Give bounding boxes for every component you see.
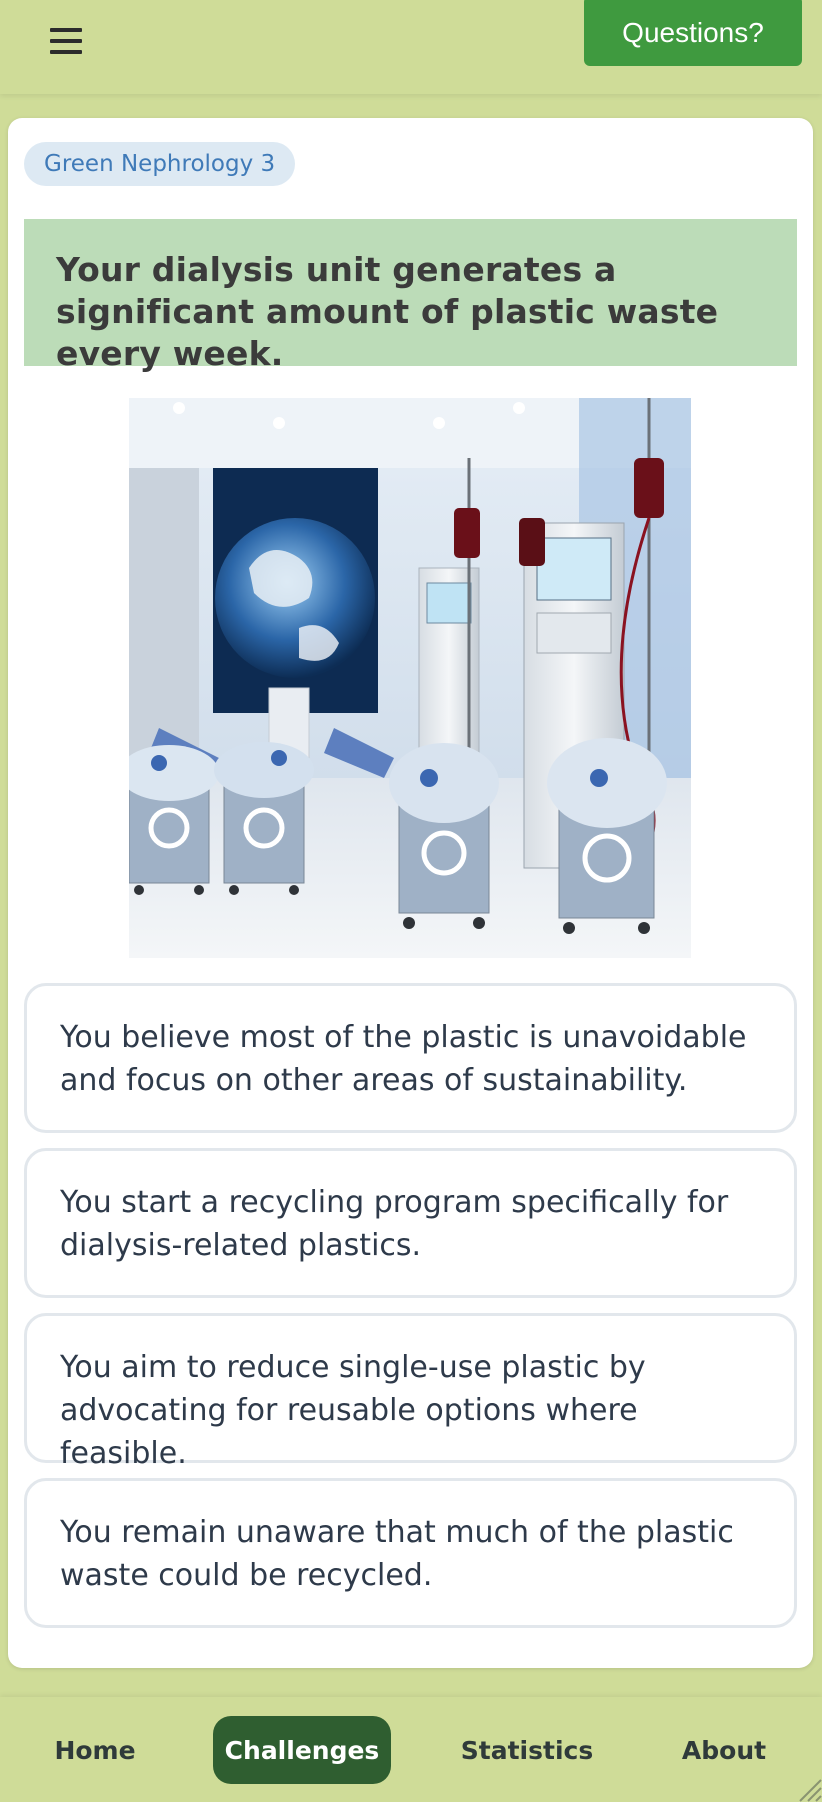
resize-grip-icon[interactable]	[794, 1774, 822, 1802]
answer-option[interactable]: You remain unaware that much of the plas…	[24, 1478, 797, 1628]
hamburger-menu-icon[interactable]	[50, 26, 82, 56]
top-app-bar: Questions?	[0, 0, 822, 94]
scenario-banner: Your dialysis unit generates a significa…	[24, 219, 797, 373]
nav-challenges[interactable]: Challenges	[213, 1716, 391, 1784]
answer-option[interactable]: You start a recycling program specifical…	[24, 1148, 797, 1298]
dialysis-unit-illustration	[129, 398, 691, 958]
answer-options: You believe most of the plastic is unavo…	[24, 983, 797, 1643]
nav-statistics[interactable]: Statistics	[455, 1716, 599, 1784]
nav-home[interactable]: Home	[40, 1716, 150, 1784]
challenge-card: Green Nephrology 3 Your dialysis unit ge…	[8, 118, 813, 1668]
answer-option[interactable]: You aim to reduce single-use plastic by …	[24, 1313, 797, 1471]
challenge-category-tag: Green Nephrology 3	[24, 142, 296, 186]
nav-about[interactable]: About	[670, 1716, 778, 1784]
questions-button[interactable]: Questions?	[584, 0, 802, 66]
scenario-prompt: Your dialysis unit generates a significa…	[56, 250, 719, 373]
answer-option[interactable]: You believe most of the plastic is unavo…	[24, 983, 797, 1133]
bottom-navigation: Home Challenges Statistics About	[0, 1697, 822, 1802]
